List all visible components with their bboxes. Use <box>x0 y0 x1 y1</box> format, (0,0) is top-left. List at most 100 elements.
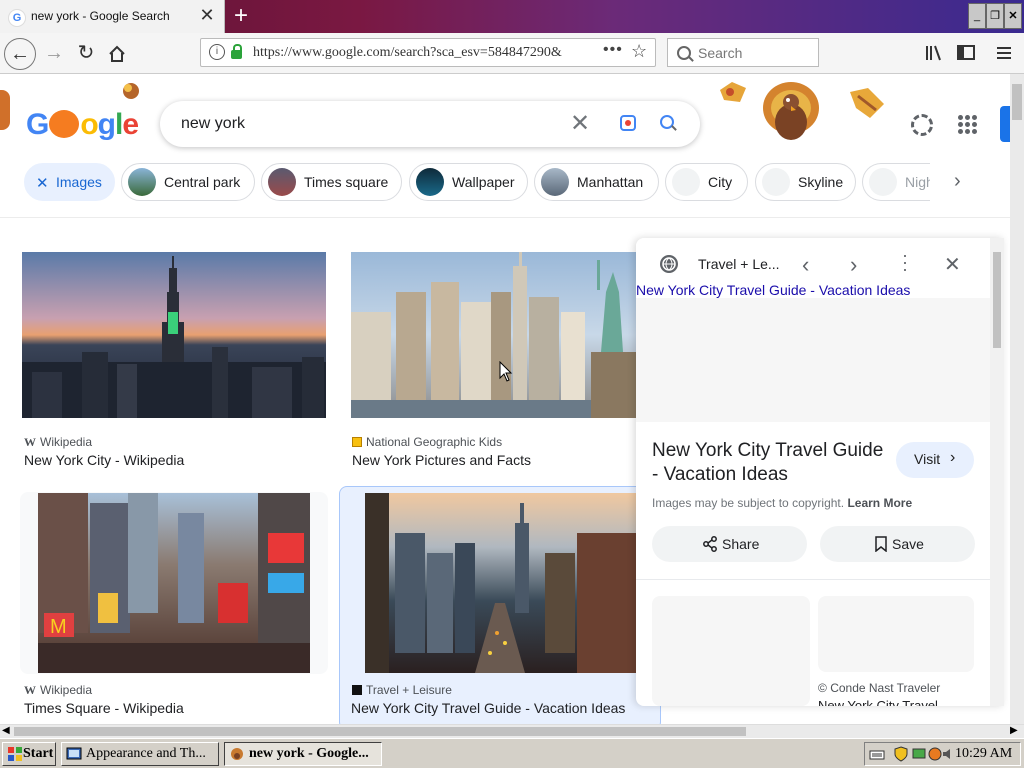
related-image[interactable] <box>652 596 810 706</box>
chips-next-chevron-right-icon[interactable]: › <box>954 170 974 194</box>
result-caption[interactable]: New York City Travel Guide - Vacation Id… <box>351 700 625 716</box>
result-image-times-square[interactable]: M <box>38 493 310 673</box>
page-horizontal-scrollbar-thumb[interactable] <box>14 727 746 736</box>
result-source[interactable]: W Wikipedia <box>24 435 92 450</box>
chip-city[interactable]: City <box>665 163 748 201</box>
page-horizontal-scrollbar[interactable]: ◀ ▶ <box>0 724 1024 738</box>
globe-icon <box>660 255 678 273</box>
chip-label: Skyline <box>798 174 844 190</box>
result-source[interactable]: Travel + Leisure <box>352 683 452 697</box>
google-apps-icon[interactable] <box>958 115 978 135</box>
security-shield-icon[interactable] <box>893 746 909 762</box>
taskbar-item-browser[interactable]: new york - Google... <box>224 742 382 766</box>
page-vertical-scrollbar-thumb[interactable] <box>1012 84 1022 120</box>
more-options-icon[interactable]: · · · <box>902 246 908 278</box>
visit-button[interactable]: Visit › <box>896 442 974 478</box>
google-lens-icon[interactable] <box>620 115 636 131</box>
result-image-new-york-pictures[interactable] <box>351 252 636 418</box>
skyline-statue-photo <box>351 252 636 418</box>
chevron-right-icon: › <box>950 449 956 466</box>
arrow-left-icon: ← <box>10 43 30 65</box>
minimize-window-button[interactable]: _ <box>968 3 986 29</box>
result-source[interactable]: W Wikipedia <box>24 683 92 698</box>
share-button[interactable]: Share <box>652 526 807 562</box>
start-button[interactable]: Start <box>2 742 56 766</box>
panel-top-link[interactable]: New York City Travel Guide - Vacation Id… <box>636 282 910 298</box>
restore-window-button[interactable]: ❐ <box>986 3 1004 29</box>
chip-skyline[interactable]: Skyline <box>755 163 856 201</box>
chip-thumbnail <box>541 168 569 196</box>
network-icon[interactable] <box>911 746 927 762</box>
taskbar-item-appearance[interactable]: Appearance and Th... <box>61 742 219 766</box>
home-icon <box>109 45 125 62</box>
google-doodle-logo[interactable]: Gogle <box>26 108 139 142</box>
sidebar-toggle-button[interactable] <box>956 44 976 62</box>
result-image-new-york-city[interactable] <box>22 252 326 418</box>
panel-scrollbar[interactable] <box>990 238 1004 706</box>
menu-button[interactable] <box>994 44 1014 62</box>
scroll-right-arrow-icon[interactable]: ▶ <box>1010 725 1018 736</box>
chip-central-park[interactable]: Central park <box>121 163 255 201</box>
save-label: Save <box>892 536 924 552</box>
panel-site-name[interactable]: Travel + Le... <box>698 256 780 272</box>
related-caption[interactable]: New York City Travel <box>818 698 938 706</box>
result-caption[interactable]: New York Pictures and Facts <box>352 452 531 468</box>
scroll-left-arrow-icon[interactable]: ◀ <box>2 725 10 736</box>
browser-search-input[interactable]: Search <box>667 38 819 67</box>
page-vertical-scrollbar[interactable] <box>1010 74 1024 724</box>
learn-more-link[interactable]: Learn More <box>847 496 912 510</box>
arrow-right-icon: → <box>44 42 64 64</box>
search-query-input[interactable]: new york <box>181 115 245 133</box>
mouse-cursor-icon <box>499 361 513 382</box>
panel-title[interactable]: New York City Travel Guide - Vacation Id… <box>652 439 892 487</box>
chip-wallpaper[interactable]: Wallpaper <box>409 163 528 201</box>
result-image-travel-guide[interactable] <box>365 493 637 673</box>
share-icon <box>703 536 717 552</box>
back-button[interactable]: ← <box>4 38 36 70</box>
close-window-button[interactable]: ✕ <box>1004 3 1022 29</box>
clear-search-icon[interactable]: ✕ <box>570 109 590 138</box>
url-text[interactable]: https://www.google.com/search?sca_esv=58… <box>253 45 562 61</box>
close-panel-icon[interactable]: ✕ <box>944 252 961 277</box>
related-image[interactable] <box>818 596 974 672</box>
taskbar-item-label: new york - Google... <box>249 746 369 761</box>
bookmark-star-icon[interactable]: ☆ <box>631 41 647 62</box>
panel-scrollbar-thumb[interactable] <box>993 252 1001 348</box>
google-search-box[interactable]: new york ✕ <box>160 101 700 147</box>
chip-thumbnail <box>268 168 296 196</box>
keyboard-icon[interactable] <box>869 746 885 762</box>
home-button[interactable] <box>101 38 133 70</box>
settings-gear-icon[interactable] <box>911 114 933 136</box>
skyline-photo <box>22 256 326 418</box>
chip-images[interactable]: ✕ Images <box>24 163 115 201</box>
save-button[interactable]: Save <box>820 526 975 562</box>
copyright-notice: Images may be subject to copyright. Lear… <box>652 496 912 510</box>
result-caption[interactable]: New York City - Wikipedia <box>24 452 184 468</box>
close-chip-icon[interactable]: ✕ <box>36 174 49 192</box>
forward-button[interactable]: → <box>38 38 70 70</box>
new-tab-button[interactable]: + <box>230 3 252 29</box>
result-caption[interactable]: Times Square - Wikipedia <box>24 700 184 716</box>
next-chevron-right-icon[interactable]: › <box>850 252 857 278</box>
related-source-text: Conde Nast Traveler <box>830 681 941 695</box>
previous-chevron-left-icon[interactable]: ‹ <box>802 252 809 278</box>
info-icon[interactable]: i <box>209 44 225 60</box>
chip-night[interactable]: Night <box>862 163 930 201</box>
image-preview-panel: Travel + Le... ‹ › · · · ✕ New York City T… <box>636 238 1004 706</box>
chip-manhattan[interactable]: Manhattan <box>534 163 659 201</box>
browser-tab[interactable]: G new york - Google Search ✕ <box>0 0 225 33</box>
result-source-text: Travel + Leisure <box>366 683 452 697</box>
chip-times-square[interactable]: Times square <box>261 163 402 201</box>
search-submit-icon[interactable] <box>660 115 674 129</box>
panel-divider <box>636 579 990 580</box>
reload-button[interactable]: ↻ <box>70 38 102 70</box>
result-source[interactable]: National Geographic Kids <box>352 435 502 449</box>
doodle-puzzle-piece-icon <box>718 80 748 106</box>
panel-image[interactable] <box>636 298 990 422</box>
close-tab-icon[interactable]: ✕ <box>198 5 216 25</box>
address-bar[interactable]: i https://www.google.com/search?sca_esv=… <box>200 38 656 67</box>
library-button[interactable] <box>924 44 944 62</box>
clock[interactable]: 10:29 AM <box>955 746 1012 762</box>
page-actions-icon[interactable]: ••• <box>603 41 623 59</box>
related-source[interactable]: © Conde Nast Traveler <box>818 681 940 695</box>
